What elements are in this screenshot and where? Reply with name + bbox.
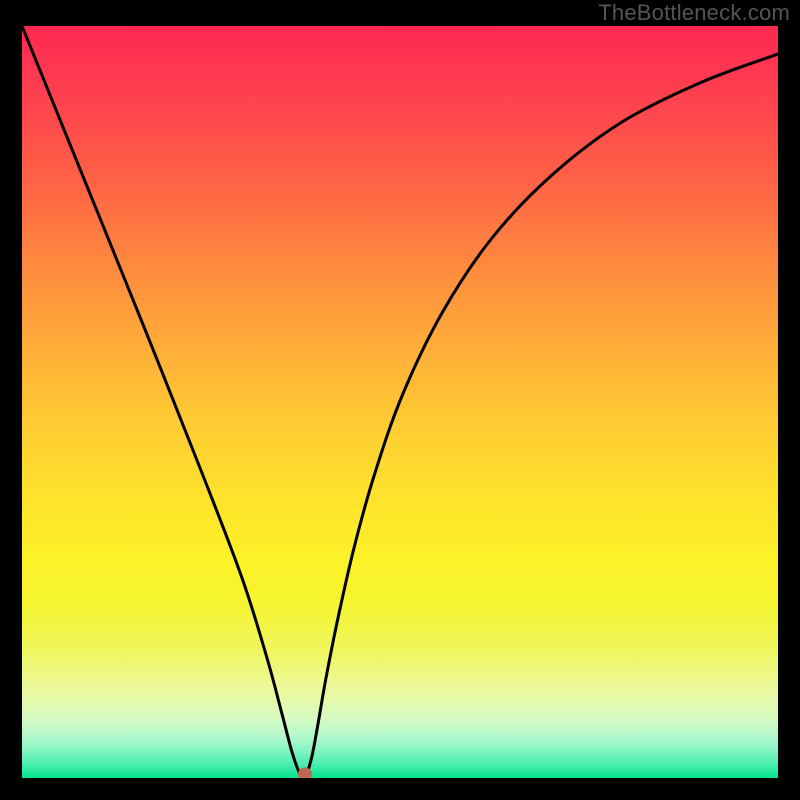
attribution-label: TheBottleneck.com — [598, 0, 790, 26]
plot-area — [22, 26, 778, 778]
minimum-marker-icon — [298, 768, 312, 779]
chart-frame: TheBottleneck.com — [0, 0, 800, 800]
bottleneck-curve — [22, 26, 778, 778]
